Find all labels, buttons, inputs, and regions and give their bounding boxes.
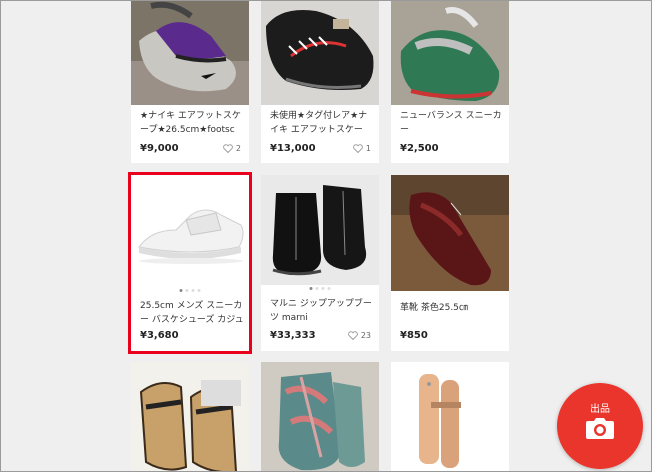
product-card[interactable]: 革靴 茶色25.5㎝ ¥850 (391, 175, 509, 351)
listing-frame: ★ナイキ エアフットスケープ★26.5cm★footsc ¥9,000 2 未使… (0, 0, 652, 472)
heart-icon (347, 331, 358, 340)
product-card[interactable] (261, 362, 379, 471)
product-image[interactable] (131, 175, 249, 287)
heart-icon (223, 144, 233, 153)
product-price: ¥2,500 (400, 143, 439, 154)
product-title: 未使用★タグ付レア★ナイキ エアフットスケー (270, 111, 368, 135)
like-count-value: 2 (235, 144, 241, 153)
product-price: ¥850 (400, 330, 428, 341)
product-title: 革靴 茶色25.5㎝ (400, 303, 468, 313)
like-count[interactable]: 1 (353, 144, 371, 153)
product-image[interactable] (131, 362, 249, 471)
product-title: ニューバランス スニーカー (400, 111, 502, 135)
image-dots (309, 287, 331, 290)
like-count[interactable]: 2 (223, 144, 241, 153)
product-image[interactable] (131, 1, 249, 105)
product-card[interactable]: ★ナイキ エアフットスケープ★26.5cm★footsc ¥9,000 2 (131, 1, 249, 163)
product-card[interactable]: 未使用★タグ付レア★ナイキ エアフットスケー ¥13,000 1 (261, 1, 379, 163)
product-price: ¥13,000 (270, 143, 316, 154)
product-price: ¥33,333 (270, 330, 316, 341)
like-count-value: 23 (360, 331, 371, 340)
sell-button-label: 出品 (590, 404, 610, 415)
product-image[interactable] (391, 1, 509, 105)
heart-icon (353, 144, 363, 153)
product-image[interactable] (261, 362, 379, 471)
like-count[interactable]: 23 (347, 331, 371, 340)
product-image[interactable] (391, 175, 509, 291)
product-price: ¥3,680 (140, 330, 179, 341)
product-card[interactable]: ニューバランス スニーカー ¥2,500 (391, 1, 509, 163)
product-title: マルニ ジップアップブーツ marni (270, 299, 372, 323)
product-image[interactable] (261, 1, 379, 105)
product-card[interactable] (391, 362, 509, 471)
product-price: ¥9,000 (140, 143, 179, 154)
like-count-value: 1 (365, 144, 371, 153)
product-card[interactable]: マルニ ジップアップブーツ marni ¥33,333 23 (261, 175, 379, 351)
sell-button[interactable]: 出品 (557, 383, 643, 469)
product-title: 25.5cm メンズ スニーカー バスケシューズ カジュ (140, 301, 244, 325)
product-card-selected[interactable]: 25.5cm メンズ スニーカー バスケシューズ カジュ ¥3,680 (128, 172, 252, 354)
product-image[interactable] (391, 362, 509, 471)
image-dots (179, 289, 201, 292)
product-image[interactable] (261, 175, 379, 285)
product-grid: ★ナイキ エアフットスケープ★26.5cm★footsc ¥9,000 2 未使… (128, 1, 509, 471)
camera-icon (586, 418, 614, 439)
product-card[interactable] (131, 362, 249, 471)
product-title: ★ナイキ エアフットスケープ★26.5cm★footsc (140, 111, 241, 135)
